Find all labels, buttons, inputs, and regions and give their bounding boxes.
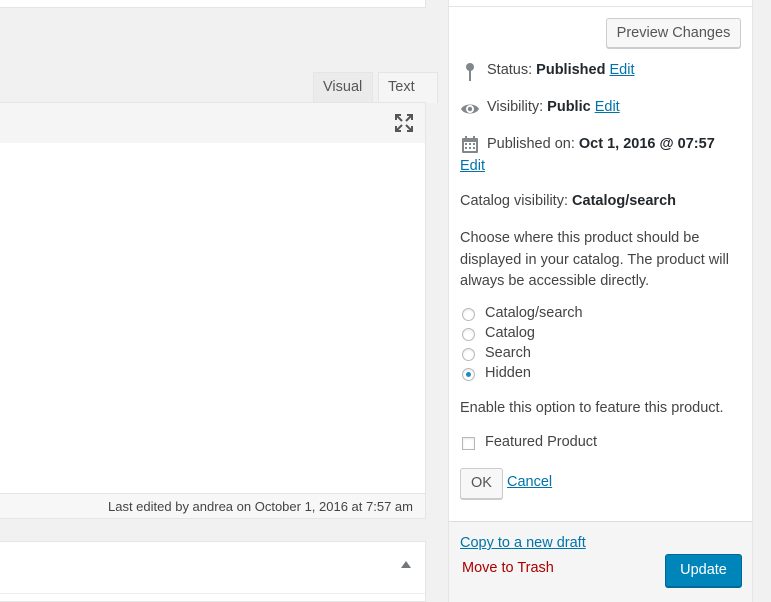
- divider: [449, 6, 752, 7]
- featured-label[interactable]: Featured Product: [485, 434, 597, 450]
- content-editor[interactable]: [0, 143, 426, 494]
- catalog-visibility-value: Catalog/search: [572, 193, 676, 209]
- status-row: Status: Published Edit: [487, 62, 635, 78]
- tab-text[interactable]: Text: [378, 72, 438, 103]
- editor-toolbar: [0, 102, 426, 144]
- edit-visibility-link[interactable]: Edit: [595, 99, 620, 115]
- published-on-value: Oct 1, 2016 @ 07:57: [578, 136, 715, 152]
- collapse-arrow-icon[interactable]: [401, 561, 411, 568]
- edit-date-link[interactable]: Edit: [460, 158, 485, 174]
- published-on-row: Published on: Oct 1, 2016 @ 07:57: [487, 136, 715, 152]
- radio-button[interactable]: [462, 348, 475, 361]
- catalog-visibility-row: Catalog visibility: Catalog/search: [460, 193, 676, 209]
- metabox-collapsed: [0, 541, 426, 602]
- status-value: Published: [536, 62, 606, 78]
- featured-checkbox[interactable]: [462, 437, 475, 450]
- feature-description: Enable this option to feature this produ…: [460, 400, 724, 416]
- major-publishing-actions: Copy to a new draft Move to Trash Update: [449, 521, 752, 602]
- published-on-label: Published on:: [487, 136, 575, 152]
- visibility-label: Visibility:: [487, 99, 544, 115]
- preview-changes-button[interactable]: Preview Changes: [606, 18, 741, 48]
- catalog-visibility-label: Catalog visibility:: [460, 193, 568, 209]
- last-edited-status: Last edited by andrea on October 1, 2016…: [0, 493, 426, 519]
- catalog-option-label[interactable]: Catalog: [485, 325, 535, 341]
- radio-button-checked[interactable]: [462, 368, 475, 381]
- radio-button[interactable]: [462, 308, 475, 321]
- ok-button[interactable]: OK: [460, 468, 503, 499]
- edit-status-link[interactable]: Edit: [610, 62, 635, 78]
- edit-date-row: Edit: [460, 158, 485, 174]
- copy-to-draft-link[interactable]: Copy to a new draft: [460, 535, 586, 551]
- cancel-link[interactable]: Cancel: [507, 474, 552, 490]
- divider: [0, 593, 425, 594]
- catalog-option-label[interactable]: Search: [485, 345, 531, 361]
- publish-box: Preview Changes Status: Published Edit V…: [448, 0, 753, 602]
- update-button[interactable]: Update: [665, 554, 742, 587]
- status-label: Status:: [487, 62, 533, 78]
- previous-box-bottom: [0, 0, 426, 8]
- move-to-trash-link[interactable]: Move to Trash: [462, 560, 554, 576]
- catalog-description: Choose where this product should be disp…: [460, 230, 729, 289]
- calendar-icon: [462, 136, 478, 153]
- visibility-value: Public: [547, 99, 591, 115]
- pin-icon: [466, 63, 474, 81]
- catalog-option-label[interactable]: Hidden: [485, 365, 531, 381]
- visibility-row: Visibility: Public Edit: [487, 99, 620, 115]
- eye-icon: [461, 104, 479, 114]
- radio-button[interactable]: [462, 328, 475, 341]
- tab-visual[interactable]: Visual: [313, 72, 373, 103]
- expand-icon[interactable]: [394, 113, 414, 133]
- catalog-option-label[interactable]: Catalog/search: [485, 305, 583, 321]
